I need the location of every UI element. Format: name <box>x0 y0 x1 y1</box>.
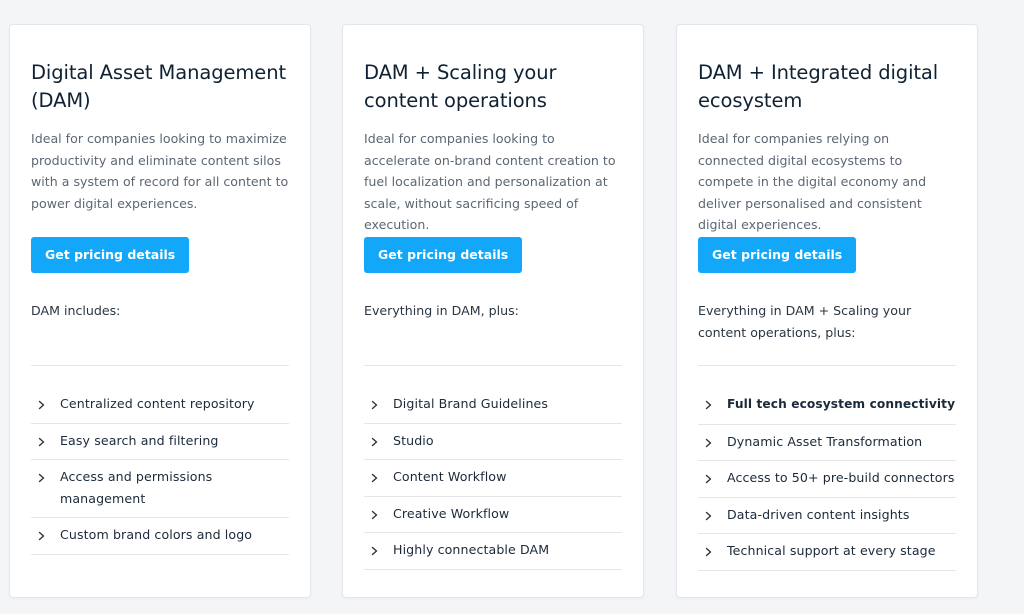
feature-list: Digital Brand Guidelines Studio Content … <box>364 387 622 570</box>
feature-label: Access to 50+ pre-build connectors <box>727 470 955 485</box>
chevron-right-icon <box>705 474 712 484</box>
includes-label: Everything in DAM, plus: <box>364 303 519 318</box>
plan-title: Digital Asset Management (DAM) <box>31 61 286 112</box>
chevron-right-icon <box>371 400 378 410</box>
chevron-right-icon <box>371 546 378 556</box>
feature-label: Studio <box>393 432 434 448</box>
feature-label: Custom brand colors and logo <box>60 527 253 542</box>
feature-item: Centralized content repository <box>31 387 289 424</box>
divider <box>31 365 289 366</box>
feature-item: Studio <box>364 424 622 460</box>
feature-label: Full tech ecosystem connectivity <box>727 397 956 411</box>
feature-label: Data-driven content insights <box>727 506 910 522</box>
get-pricing-button[interactable]: Get pricing details <box>31 237 190 273</box>
feature-item: Data-driven content insights <box>698 498 956 534</box>
feature-item: Content Workflow <box>364 460 622 497</box>
chevron-right-icon <box>38 437 45 446</box>
plan-description: Ideal for companies looking to maximize … <box>31 131 289 211</box>
plan-card-dam: Digital Asset Management (DAM) Ideal for… <box>9 24 311 598</box>
feature-list: Full tech ecosystem connectivity Dynamic… <box>698 387 956 571</box>
plan-card-ecosystem: DAM + Integrated digital ecosystem Ideal… <box>676 24 978 598</box>
chevron-right-icon <box>38 400 45 410</box>
feature-item: Technical support at every stage <box>698 534 956 571</box>
feature-item: Access and permissions management <box>31 460 289 518</box>
plan-card-scaling: DAM + Scaling your content operations Id… <box>342 24 644 598</box>
feature-item: Full tech ecosystem connectivity <box>698 387 956 425</box>
feature-label: Centralized content repository <box>60 396 255 411</box>
feature-label: Technical support at every stage <box>727 543 936 558</box>
feature-label: Highly connectable DAM <box>393 542 550 557</box>
feature-label: Dynamic Asset Transformation <box>727 433 923 449</box>
feature-item: Digital Brand Guidelines <box>364 387 622 424</box>
chevron-right-icon <box>38 473 45 483</box>
chevron-right-icon <box>371 473 378 483</box>
divider <box>364 365 622 366</box>
chevron-right-icon <box>705 400 712 410</box>
chevron-right-icon <box>705 511 712 520</box>
divider <box>698 365 956 366</box>
chevron-right-icon <box>371 437 378 446</box>
feature-item: Highly connectable DAM <box>364 533 622 570</box>
feature-item: Access to 50+ pre-build connectors <box>698 461 956 498</box>
includes-label: Everything in DAM + Scaling your content… <box>698 303 912 340</box>
feature-item: Easy search and filtering <box>31 424 289 460</box>
chevron-right-icon <box>371 510 378 519</box>
chevron-right-icon <box>705 438 712 447</box>
chevron-right-icon <box>705 547 712 557</box>
feature-label: Easy search and filtering <box>60 432 219 448</box>
feature-label: Access and permissions management <box>60 469 213 506</box>
feature-label: Content Workflow <box>393 469 507 484</box>
feature-item: Creative Workflow <box>364 497 622 533</box>
includes-label: DAM includes: <box>31 303 121 318</box>
get-pricing-button[interactable]: Get pricing details <box>698 237 857 273</box>
plan-title: DAM + Scaling your content operations <box>364 61 557 112</box>
chevron-right-icon <box>38 531 45 541</box>
get-pricing-button[interactable]: Get pricing details <box>364 237 523 273</box>
plan-title: DAM + Integrated digital ecosystem <box>698 61 939 112</box>
feature-item: Dynamic Asset Transformation <box>698 425 956 461</box>
plan-description: Ideal for companies relying on connected… <box>698 131 927 232</box>
feature-label: Digital Brand Guidelines <box>393 396 549 411</box>
plan-description: Ideal for companies looking to accelerat… <box>364 131 616 232</box>
feature-list: Centralized content repository Easy sear… <box>31 387 289 555</box>
feature-item: Custom brand colors and logo <box>31 518 289 555</box>
feature-label: Creative Workflow <box>393 505 510 521</box>
